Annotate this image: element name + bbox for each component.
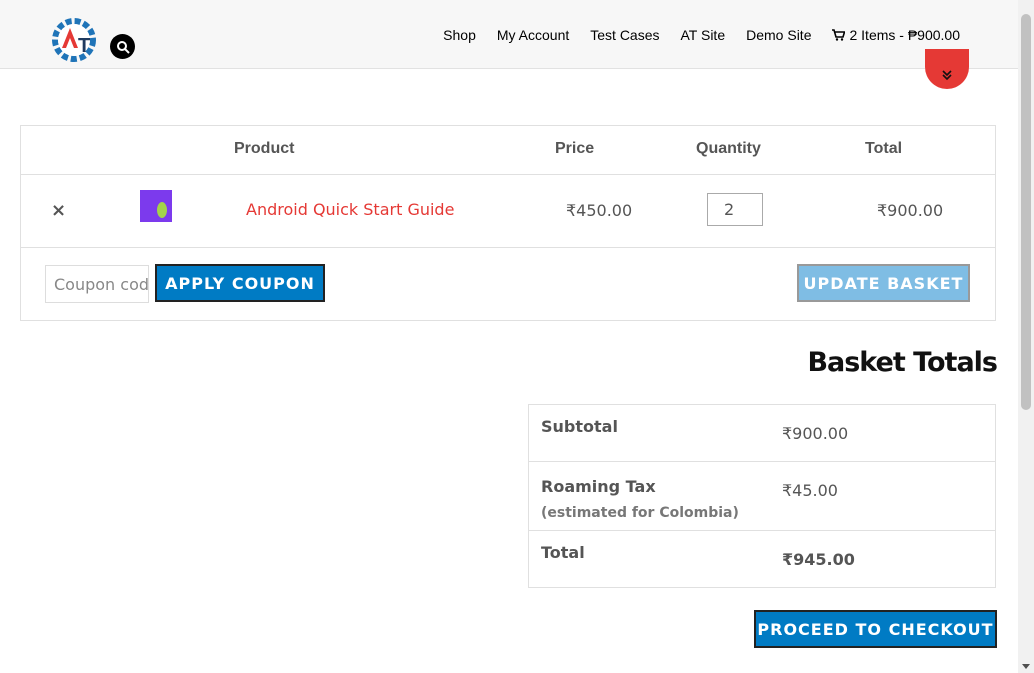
subtotal-value: ₹900.00 bbox=[782, 424, 849, 443]
cart-table-header: Product Price Quantity Total bbox=[21, 126, 995, 175]
scroll-down-arrow-icon[interactable] bbox=[1022, 664, 1030, 669]
nav-at-site[interactable]: AT Site bbox=[681, 26, 726, 44]
tax-note: (estimated for Colombia) bbox=[541, 505, 739, 521]
coupon-code-input[interactable]: Coupon code bbox=[45, 265, 149, 303]
scrollbar-thumb[interactable] bbox=[1021, 14, 1031, 410]
svg-text:T: T bbox=[78, 35, 90, 57]
total-label: Total bbox=[541, 543, 585, 562]
proceed-to-checkout-button[interactable]: PROCEED TO CHECKOUT bbox=[754, 610, 997, 648]
basket-totals-title: Basket Totals bbox=[807, 347, 998, 378]
nav-my-account[interactable]: My Account bbox=[497, 26, 569, 44]
tax-label: Roaming Tax bbox=[541, 477, 656, 496]
nav-shop[interactable]: Shop bbox=[443, 26, 476, 44]
product-link[interactable]: Android Quick Start Guide bbox=[246, 200, 454, 219]
header-quantity: Quantity bbox=[696, 140, 761, 157]
subtotal-label: Subtotal bbox=[541, 417, 618, 436]
remove-item-icon[interactable]: × bbox=[51, 200, 66, 221]
quantity-input[interactable]: 2 bbox=[707, 193, 763, 226]
scroll-to-top-button[interactable] bbox=[925, 49, 969, 89]
basket-totals-table: Subtotal ₹900.00 Roaming Tax (estimated … bbox=[528, 404, 996, 588]
tax-label-group: Roaming Tax (estimated for Colombia) bbox=[541, 474, 741, 526]
product-thumbnail[interactable] bbox=[140, 190, 172, 222]
apply-coupon-button[interactable]: APPLY COUPON bbox=[155, 264, 325, 302]
item-total: ₹900.00 bbox=[877, 201, 944, 220]
update-basket-button[interactable]: UPDATE BASKET bbox=[797, 264, 970, 302]
total-row: Total ₹945.00 bbox=[529, 531, 995, 587]
site-logo[interactable]: T bbox=[48, 14, 100, 66]
cart-icon bbox=[832, 29, 846, 41]
tax-value: ₹45.00 bbox=[782, 481, 838, 500]
item-price: ₹450.00 bbox=[566, 201, 633, 220]
search-icon bbox=[116, 40, 130, 54]
nav-test-cases[interactable]: Test Cases bbox=[590, 26, 659, 44]
search-button[interactable] bbox=[110, 34, 135, 59]
cart-table: Product Price Quantity Total × Android Q… bbox=[20, 125, 996, 321]
tax-row: Roaming Tax (estimated for Colombia) ₹45… bbox=[529, 462, 995, 531]
cart-item-row: × Android Quick Start Guide ₹450.00 2 ₹9… bbox=[21, 174, 995, 248]
header-total: Total bbox=[865, 140, 903, 157]
subtotal-row: Subtotal ₹900.00 bbox=[529, 405, 995, 462]
main-nav: Shop My Account Test Cases AT Site Demo … bbox=[422, 26, 960, 44]
total-value: ₹945.00 bbox=[782, 550, 855, 569]
cart-summary: 2 Items - ₱900.00 bbox=[849, 27, 960, 43]
header-price: Price bbox=[555, 140, 595, 157]
header-product: Product bbox=[234, 140, 295, 157]
nav-cart[interactable]: 2 Items - ₱900.00 bbox=[832, 26, 960, 44]
nav-demo-site[interactable]: Demo Site bbox=[746, 26, 811, 44]
page-scrollbar[interactable] bbox=[1018, 0, 1034, 673]
site-header: T Shop My Account Test Cases AT Site Dem… bbox=[0, 0, 1018, 69]
chevron-up-icon bbox=[942, 70, 952, 81]
